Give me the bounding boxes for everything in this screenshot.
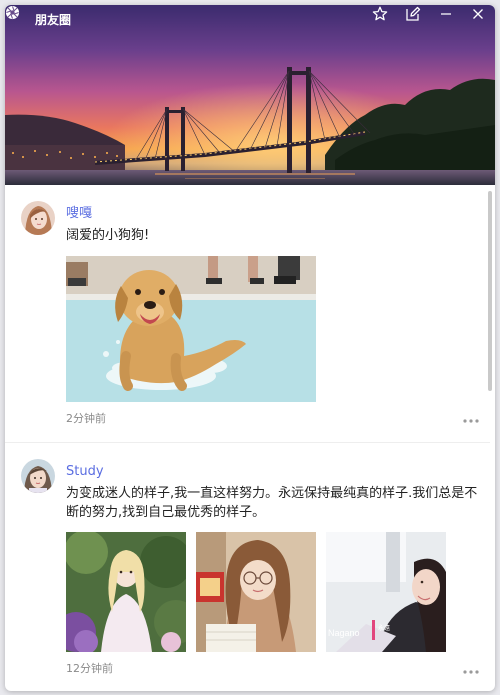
moment-post: Study 为变成迷人的样子,我一直这样努力。永远保持最纯真的样子.我们总是不断… bbox=[5, 443, 490, 691]
post-timestamp: 12分钟前 bbox=[66, 662, 113, 675]
post-photo-2[interactable] bbox=[196, 532, 316, 652]
moments-logo-icon bbox=[5, 5, 20, 20]
app-title: 朋友圈 bbox=[35, 13, 72, 27]
post-username[interactable]: 嗖嘎 bbox=[66, 206, 92, 222]
minimize-icon[interactable] bbox=[437, 5, 455, 23]
svg-text:永遠: 永遠 bbox=[378, 624, 390, 632]
avatar[interactable] bbox=[21, 459, 55, 493]
post-photo-3[interactable]: Nagano 永遠 bbox=[326, 532, 446, 652]
photo-caption: Nagano bbox=[328, 628, 360, 638]
close-icon[interactable] bbox=[469, 5, 487, 23]
moments-window: 朋友圈 嗖嘎 阔爱的小狗狗! 2分钟前 Study 为变成迷人的样子,我一直这样… bbox=[5, 5, 495, 691]
more-options-icon[interactable] bbox=[462, 668, 480, 676]
post-photo-dog[interactable] bbox=[66, 256, 316, 402]
cover-banner: 朋友圈 bbox=[5, 5, 495, 185]
post-photo-1[interactable] bbox=[66, 532, 186, 652]
moment-post: 嗖嘎 阔爱的小狗狗! 2分钟前 bbox=[5, 185, 490, 443]
post-text: 为变成迷人的样子,我一直这样努力。永远保持最纯真的样子.我们总是不断的努力,找到… bbox=[66, 486, 478, 520]
star-icon[interactable] bbox=[371, 5, 389, 23]
more-options-icon[interactable] bbox=[462, 417, 480, 425]
post-username[interactable]: Study bbox=[66, 464, 104, 480]
title-bar: 朋友圈 bbox=[5, 5, 495, 35]
edit-icon[interactable] bbox=[404, 5, 422, 23]
post-timestamp: 2分钟前 bbox=[66, 412, 106, 425]
post-text: 阔爱的小狗狗! bbox=[66, 228, 150, 243]
avatar[interactable] bbox=[21, 201, 55, 235]
